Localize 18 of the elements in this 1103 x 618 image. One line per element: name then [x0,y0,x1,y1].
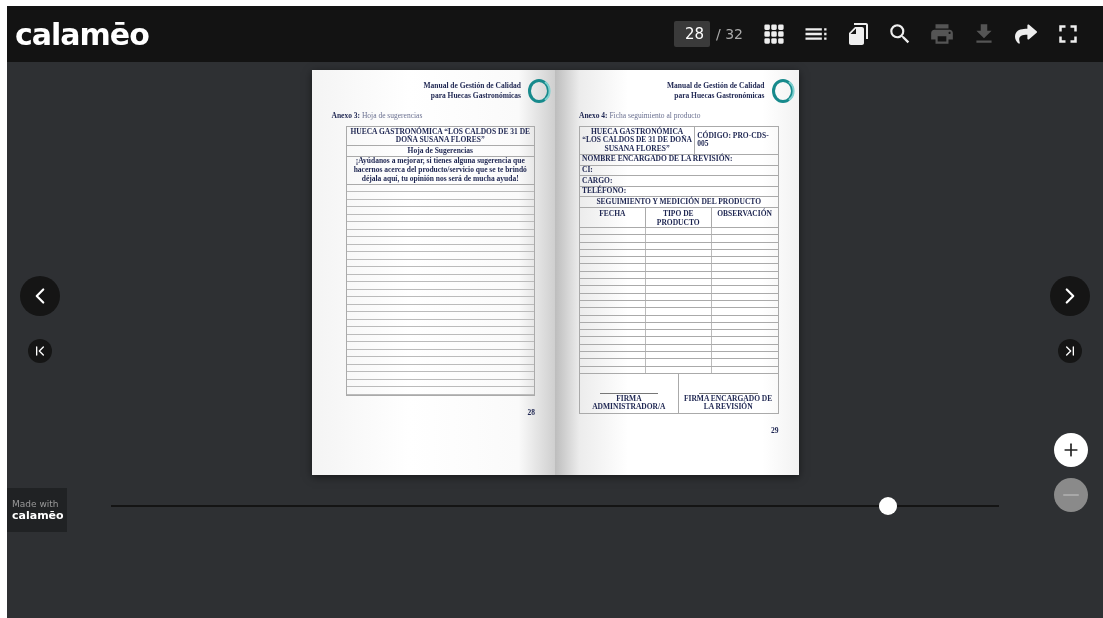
share-icon [1015,23,1037,45]
first-page-button[interactable] [28,339,52,363]
page-total: / 32 [716,26,743,42]
pages-icon [846,22,870,46]
ring-logo-icon [770,78,795,104]
badge-logo: calamēo [12,508,65,522]
brand-logo[interactable]: calamēo [15,16,149,52]
page-number-field[interactable]: 28 [674,21,710,47]
made-with-badge[interactable]: Made with calamēo [7,488,67,532]
last-page-button[interactable] [1058,339,1082,363]
previous-page-button[interactable] [20,276,60,316]
next-page-button[interactable] [1050,276,1090,316]
zoom-plus-button[interactable] [1054,433,1088,467]
print-icon [929,21,955,47]
badge-caption: Made with [12,498,60,509]
slider-thumb[interactable] [879,497,897,515]
ring-logo-icon [527,78,551,104]
grid-icon [763,23,785,45]
